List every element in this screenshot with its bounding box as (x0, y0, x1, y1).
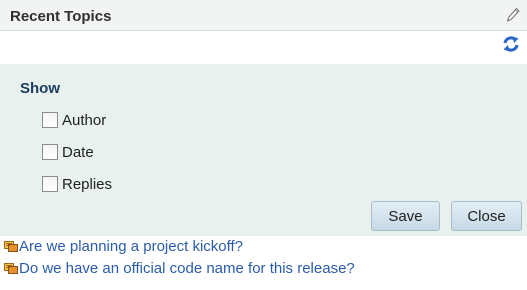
author-checkbox-option[interactable]: Author (42, 110, 106, 130)
topic-item[interactable]: Do we have an official code name for thi… (4, 258, 355, 278)
date-checkbox[interactable] (42, 144, 58, 160)
show-options-panel: Show Author Date Replies Save Close (0, 64, 527, 236)
portlet-title: Recent Topics (10, 8, 112, 25)
topic-link[interactable]: Do we have an official code name for thi… (19, 260, 355, 277)
topic-icon (4, 263, 18, 274)
date-checkbox-option[interactable]: Date (42, 142, 94, 162)
save-button[interactable]: Save (371, 201, 440, 231)
topic-item[interactable]: Are we planning a project kickoff? (4, 236, 243, 256)
topic-link[interactable]: Are we planning a project kickoff? (19, 238, 243, 255)
show-label: Show (20, 80, 60, 97)
date-checkbox-label: Date (62, 143, 94, 161)
replies-checkbox-option[interactable]: Replies (42, 174, 112, 194)
author-checkbox[interactable] (42, 112, 58, 128)
replies-checkbox[interactable] (42, 176, 58, 192)
replies-checkbox-label: Replies (62, 175, 113, 193)
close-button[interactable]: Close (451, 201, 522, 231)
author-checkbox-label: Author (62, 111, 107, 129)
portlet-header: Recent Topics (0, 0, 527, 31)
pencil-icon[interactable] (505, 6, 521, 24)
topic-icon (4, 241, 18, 252)
refresh-icon[interactable] (502, 35, 520, 53)
